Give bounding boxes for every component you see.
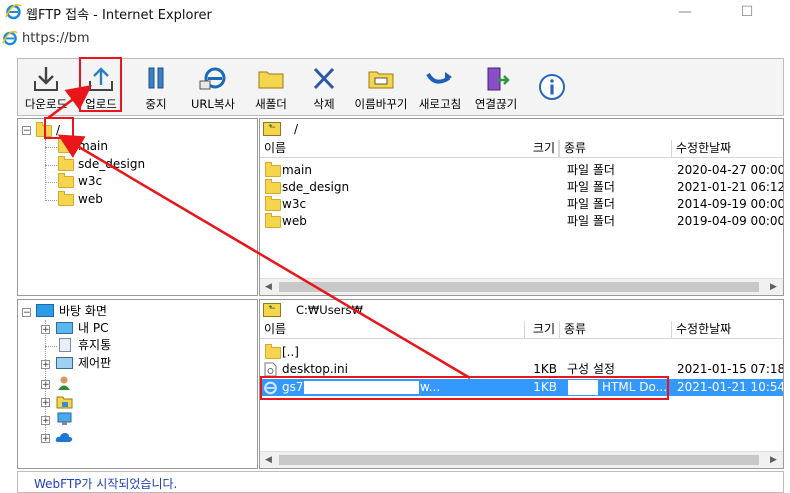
annotation-arrows [47, 85, 471, 380]
